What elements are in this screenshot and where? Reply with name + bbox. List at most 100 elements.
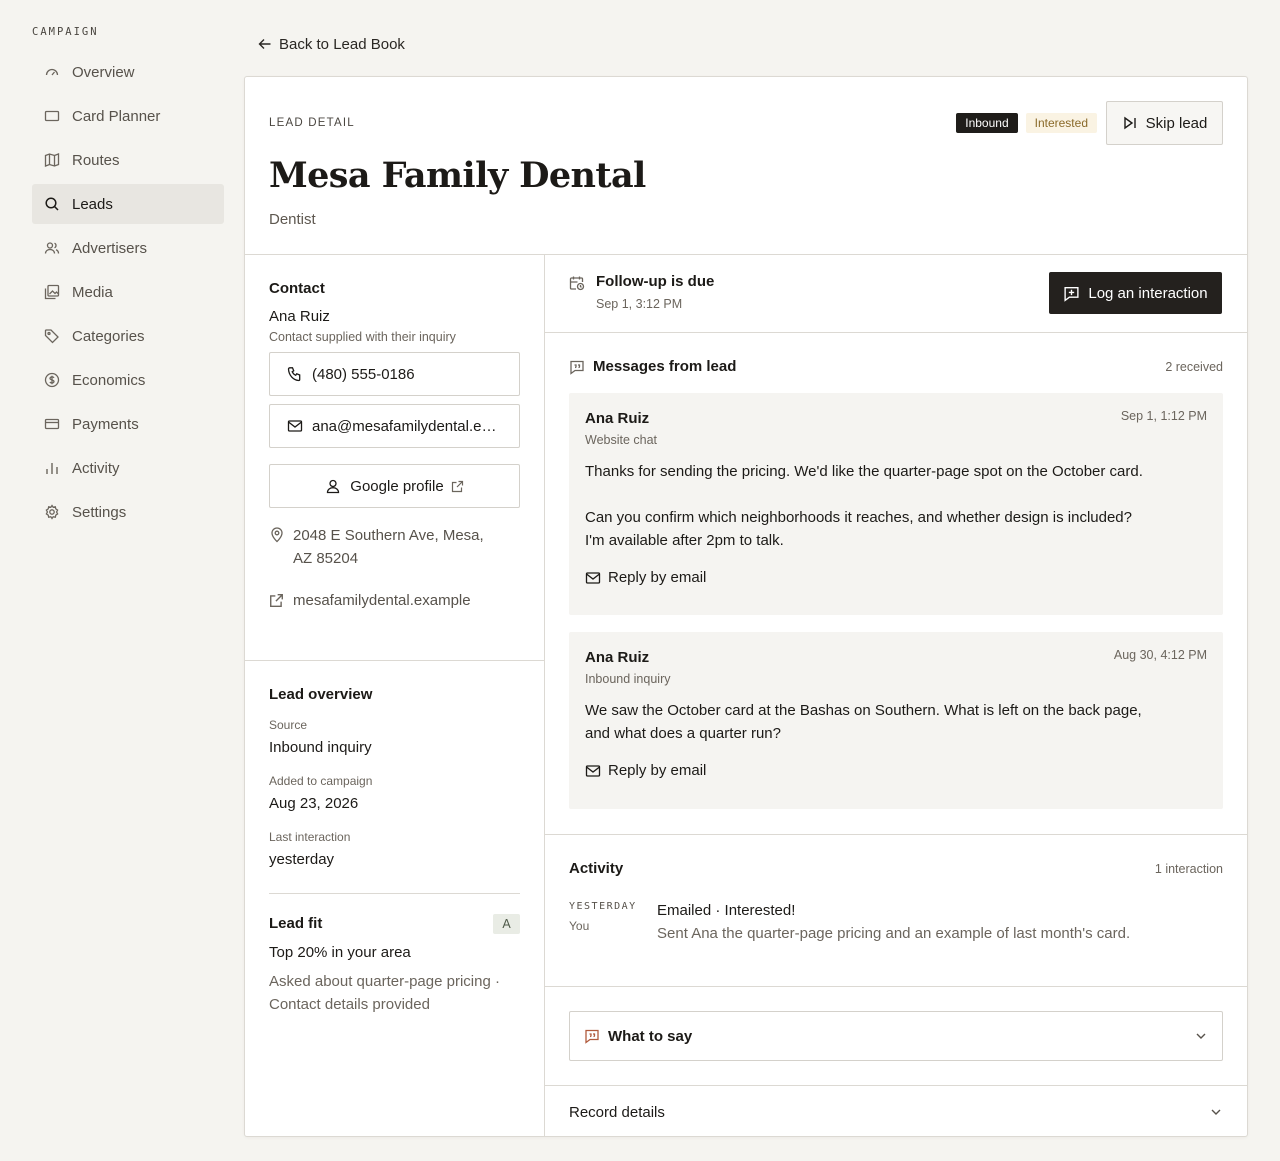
message-paragraph: Thanks for sending the pricing. We'd lik…	[585, 463, 1143, 480]
user-badge-icon	[325, 478, 341, 494]
lead-detail-eyebrow: LEAD DETAIL	[269, 117, 355, 129]
tag-icon	[44, 328, 60, 344]
message-body: Thanks for sending the pricing. We'd lik…	[585, 460, 1155, 552]
back-to-lead-book-link[interactable]: Back to Lead Book	[258, 34, 405, 54]
reply-by-email-button[interactable]: Reply by email	[585, 569, 1207, 586]
phone-button[interactable]: (480) 555-0186	[269, 352, 520, 396]
contact-note: Contact supplied with their inquiry	[269, 330, 456, 344]
messages-count: 2 received	[1165, 360, 1223, 374]
lead-body: Contact Ana Ruiz Contact supplied with t…	[245, 255, 1247, 1136]
record-details-label: Record details	[569, 1103, 665, 1121]
message-time: Sep 1, 1:12 PM	[1120, 409, 1207, 423]
lead-fit-description: Asked about quarter-page pricing · Conta…	[269, 973, 500, 1013]
lead-header: LEAD DETAIL Mesa Family Dental Dentist I…	[245, 77, 1247, 255]
back-link-label: Back to Lead Book	[279, 35, 405, 53]
sidebar-item-card-planner[interactable]: Card Planner	[32, 96, 224, 136]
sidebar-item-label: Advertisers	[72, 239, 148, 257]
activity-count: 1 interaction	[1154, 862, 1223, 876]
lead-category: Dentist	[269, 211, 316, 228]
skip-lead-button[interactable]: Skip lead	[1106, 101, 1223, 145]
message-channel: Website chat	[585, 433, 658, 447]
lead-main: Follow-up is due Sep 1, 3:12 PM Log an i…	[545, 255, 1247, 1136]
sidebar-item-payments[interactable]: Payments	[32, 404, 224, 444]
message-quote-icon	[569, 359, 585, 375]
sidebar-item-activity[interactable]: Activity	[32, 448, 224, 488]
gauge-icon	[44, 64, 60, 80]
calendar-clock-icon	[569, 275, 585, 291]
sidebar-nav: Overview Card Planner Routes Leads Adver…	[32, 52, 224, 532]
sidebar-item-label: Card Planner	[72, 107, 161, 125]
interested-badge: Interested	[1025, 113, 1097, 133]
message-quote-icon	[584, 1028, 600, 1044]
follow-up-title: Follow-up is due	[596, 273, 715, 290]
lead-name: Mesa Family Dental	[269, 155, 646, 196]
sidebar: CAMPAIGN Overview Card Planner Routes Le…	[32, 24, 224, 536]
messages-header: Messages from lead 2 received	[569, 357, 1223, 377]
email-address: ana@mesafamilydental.exa...	[312, 417, 502, 435]
lead-fit-grade: A	[493, 914, 520, 934]
external-link-icon	[451, 480, 464, 493]
users-icon	[44, 240, 60, 256]
arrow-left-icon	[258, 37, 272, 51]
sidebar-item-routes[interactable]: Routes	[32, 140, 224, 180]
sidebar-item-label: Categories	[72, 327, 145, 345]
search-icon	[44, 196, 60, 212]
website-link[interactable]: mesafamilydental.example	[269, 592, 520, 609]
what-to-say-toggle[interactable]: What to say	[569, 1011, 1223, 1061]
dollar-icon	[44, 372, 60, 388]
lead-sidebar: Contact Ana Ruiz Contact supplied with t…	[245, 255, 545, 1136]
sidebar-item-label: Payments	[72, 415, 139, 433]
message-paragraph: Can you confirm which neighborhoods it r…	[585, 509, 1132, 549]
gear-icon	[44, 504, 60, 520]
card-icon	[44, 108, 60, 124]
google-profile-button[interactable]: Google profile	[269, 464, 520, 508]
activity-entry: YESTERDAY You Emailed · Interested! Sent…	[569, 901, 1223, 942]
sidebar-item-leads[interactable]: Leads	[32, 184, 224, 224]
source-label: Source	[269, 718, 308, 732]
activity-actor: You	[569, 919, 590, 933]
external-link-icon	[269, 593, 284, 608]
map-icon	[44, 152, 60, 168]
sidebar-item-economics[interactable]: Economics	[32, 360, 224, 400]
sidebar-item-label: Settings	[72, 503, 127, 521]
last-interaction-label: Last interaction	[269, 830, 351, 844]
sidebar-item-settings[interactable]: Settings	[32, 492, 224, 532]
email-button[interactable]: ana@mesafamilydental.exa...	[269, 404, 520, 448]
log-interaction-button[interactable]: Log an interaction	[1049, 272, 1222, 314]
sidebar-item-media[interactable]: Media	[32, 272, 224, 312]
skip-lead-label: Skip lead	[1145, 114, 1208, 132]
website-text: mesafamilydental.example	[293, 592, 471, 609]
mail-icon	[287, 418, 303, 434]
mail-icon	[585, 570, 601, 586]
message-time: Aug 30, 4:12 PM	[1113, 648, 1207, 662]
activity-content: Emailed · Interested! Sent Ana the quart…	[657, 901, 1130, 942]
sidebar-item-label: Routes	[72, 151, 120, 169]
message-plus-icon	[1063, 285, 1080, 302]
sidebar-heading: CAMPAIGN	[32, 26, 99, 38]
lead-overview-section: Lead overview Source Inbound inquiry Add…	[245, 661, 544, 1016]
mail-icon	[585, 763, 601, 779]
message-card: Ana Ruiz Website chat Sep 1, 1:12 PM Tha…	[569, 393, 1223, 615]
what-to-say-label: What to say	[608, 1027, 693, 1045]
sidebar-item-label: Media	[72, 283, 113, 301]
sidebar-item-categories[interactable]: Categories	[32, 316, 224, 356]
sidebar-item-advertisers[interactable]: Advertisers	[32, 228, 224, 268]
lead-fit-header: Lead fit A	[269, 914, 520, 934]
address: 2048 E Southern Ave, Mesa, AZ 85204	[269, 524, 520, 570]
what-to-say-section: What to say	[545, 987, 1247, 1086]
message-paragraph: We saw the October card at the Bashas on…	[585, 702, 1142, 742]
sidebar-item-label: Overview	[72, 63, 135, 81]
sidebar-item-label: Economics	[72, 371, 146, 389]
bar-chart-icon	[44, 460, 60, 476]
google-profile-label: Google profile	[350, 477, 444, 495]
last-interaction-value: yesterday	[269, 851, 335, 868]
contact-name: Ana Ruiz	[269, 308, 330, 325]
inbound-badge: Inbound	[956, 113, 1018, 133]
follow-up-time: Sep 1, 3:12 PM	[596, 297, 683, 311]
sidebar-item-overview[interactable]: Overview	[32, 52, 224, 92]
reply-by-email-button[interactable]: Reply by email	[585, 762, 1207, 779]
message-body: We saw the October card at the Bashas on…	[585, 699, 1155, 745]
activity-entry-title: Emailed · Interested!	[657, 902, 796, 919]
record-details-toggle[interactable]: Record details	[545, 1086, 1247, 1138]
address-text: 2048 E Southern Ave, Mesa, AZ 85204	[293, 527, 484, 567]
